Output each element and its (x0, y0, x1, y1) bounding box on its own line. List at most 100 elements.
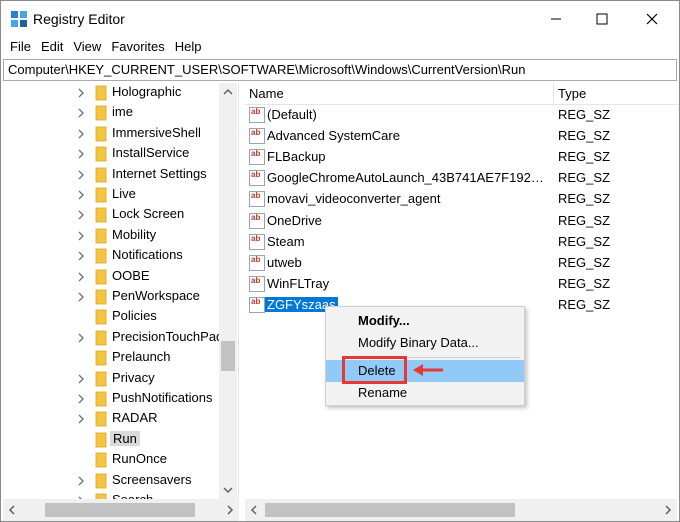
tree-item[interactable]: Notifications (3, 246, 223, 266)
chevron-right-icon[interactable] (76, 148, 86, 160)
scroll-left-icon[interactable] (247, 499, 261, 521)
tree-item-label: Live (112, 186, 136, 201)
string-value-icon: ab (249, 170, 265, 187)
scroll-down-icon[interactable] (219, 483, 237, 497)
tree-item[interactable]: ime (3, 103, 223, 123)
chevron-right-icon[interactable] (76, 87, 86, 99)
close-button[interactable] (629, 1, 675, 37)
chevron-right-icon[interactable] (76, 413, 86, 425)
tree-item[interactable]: Mobility (3, 226, 223, 246)
tree-horizontal-scrollbar[interactable] (3, 499, 239, 521)
value-type: REG_SZ (558, 128, 611, 144)
menu-file[interactable]: File (5, 37, 36, 57)
value-name: Advanced SystemCare (267, 128, 400, 144)
tree-item[interactable]: Holographic (3, 83, 223, 103)
scroll-right-icon[interactable] (661, 499, 675, 521)
tree-item-label: PrecisionTouchPad (112, 328, 224, 344)
tree-item[interactable]: Policies (3, 307, 223, 327)
tree-item[interactable]: RADAR (3, 409, 223, 429)
maximize-icon (596, 13, 608, 25)
folder-icon (95, 269, 107, 284)
tree-item[interactable]: Live (3, 185, 223, 205)
list-hscroll-thumb[interactable] (265, 503, 515, 517)
menu-help[interactable]: Help (170, 37, 207, 57)
value-row[interactable]: ab Advanced SystemCare REG_SZ (245, 126, 679, 147)
column-header-type[interactable]: Type (558, 86, 586, 101)
value-type: REG_SZ (558, 233, 611, 249)
close-icon (646, 13, 658, 25)
chevron-right-icon[interactable] (76, 107, 86, 119)
value-name: GoogleChromeAutoLaunch_43B741AE7F192FB..… (267, 170, 549, 186)
folder-icon (95, 187, 107, 203)
chevron-right-icon[interactable] (76, 332, 86, 344)
folder-icon (95, 289, 107, 305)
menu-item-rename[interactable]: Rename (326, 382, 524, 404)
value-row[interactable]: ab WinFLTray REG_SZ (245, 274, 679, 295)
value-row[interactable]: ab Steam REG_SZ (245, 232, 679, 253)
tree-item[interactable]: RunOnce (3, 450, 223, 470)
tree-scroll-thumb[interactable] (221, 341, 235, 371)
value-row[interactable]: ab utweb REG_SZ (245, 253, 679, 274)
list-horizontal-scrollbar[interactable] (245, 499, 677, 521)
chevron-right-icon[interactable] (76, 291, 86, 303)
tree-hscroll-thumb[interactable] (45, 503, 195, 517)
chevron-right-icon[interactable] (76, 250, 86, 262)
menu-item-modify-binary-data[interactable]: Modify Binary Data... (326, 332, 524, 354)
string-value-icon: ab (249, 233, 265, 250)
tree-item-label: Run (110, 430, 140, 446)
chevron-right-icon[interactable] (76, 128, 86, 140)
value-row[interactable]: ab (Default) REG_SZ (245, 105, 679, 126)
chevron-right-icon[interactable] (76, 209, 86, 221)
tree-item[interactable]: PenWorkspace (3, 287, 223, 307)
tree-vertical-scrollbar[interactable] (219, 83, 237, 499)
minimize-icon (551, 18, 561, 20)
tree-item[interactable]: Screensavers (3, 471, 223, 491)
maximize-button[interactable] (579, 1, 625, 37)
folder-icon (95, 391, 107, 407)
tree-item[interactable]: Lock Screen (3, 205, 223, 225)
value-row[interactable]: ab GoogleChromeAutoLaunch_43B741AE7F192FB… (245, 168, 679, 189)
tree-item[interactable]: Search (3, 491, 223, 499)
tree-item[interactable]: PrecisionTouchPad (3, 328, 223, 348)
string-value-icon: ab (249, 128, 265, 145)
menu-item-modify[interactable]: Modify... (326, 310, 524, 332)
scroll-up-icon[interactable] (219, 85, 237, 99)
value-row[interactable]: ab OneDrive REG_SZ (245, 211, 679, 232)
value-row[interactable]: ab FLBackup REG_SZ (245, 147, 679, 168)
tree-item[interactable]: Internet Settings (3, 165, 223, 185)
tree-item[interactable]: PushNotifications (3, 389, 223, 409)
menu-edit[interactable]: Edit (36, 37, 68, 57)
chevron-right-icon[interactable] (76, 393, 86, 405)
title-bar[interactable]: Registry Editor (1, 1, 679, 37)
tree-item-label: PenWorkspace (112, 288, 200, 303)
tree-item[interactable]: Run (3, 430, 223, 450)
scroll-left-icon[interactable] (5, 499, 19, 521)
value-row[interactable]: ab movavi_videoconverter_agent REG_SZ (245, 189, 679, 210)
value-type: REG_SZ (558, 149, 611, 165)
menu-view[interactable]: View (68, 37, 106, 57)
address-bar[interactable]: Computer\HKEY_CURRENT_USER\SOFTWARE\Micr… (3, 59, 677, 81)
tree-item[interactable]: InstallService (3, 144, 223, 164)
chevron-right-icon[interactable] (76, 230, 86, 242)
list-header: Name Type (245, 83, 679, 105)
folder-icon (95, 228, 107, 244)
menu-favorites[interactable]: Favorites (106, 37, 169, 57)
string-value-icon: ab (249, 254, 265, 271)
scroll-right-icon[interactable] (223, 499, 237, 521)
tree-item[interactable]: Prelaunch (3, 348, 223, 368)
chevron-right-icon[interactable] (76, 373, 86, 385)
tree-item-label: Mobility (112, 226, 157, 242)
tree-item[interactable]: OOBE (3, 267, 223, 287)
delete-highlight-annotation (342, 356, 407, 384)
tree-item[interactable]: Privacy (3, 369, 223, 389)
column-header-name[interactable]: Name (249, 86, 284, 101)
chevron-right-icon[interactable] (76, 475, 86, 487)
chevron-right-icon[interactable] (76, 189, 86, 201)
tree-item[interactable]: ImmersiveShell (3, 124, 223, 144)
folder-icon (95, 330, 107, 346)
chevron-right-icon[interactable] (76, 271, 86, 283)
value-type: REG_SZ (558, 275, 611, 291)
minimize-button[interactable] (533, 1, 579, 37)
chevron-right-icon[interactable] (76, 169, 86, 181)
column-divider[interactable] (553, 83, 554, 105)
